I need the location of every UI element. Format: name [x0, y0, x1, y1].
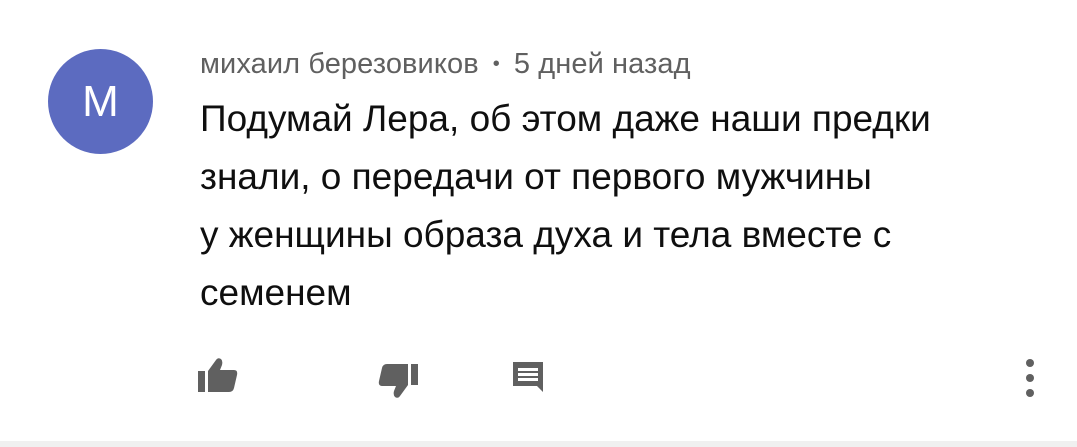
- reply-button[interactable]: [500, 352, 556, 402]
- comment-time[interactable]: 5 дней назад: [514, 48, 691, 81]
- author-name[interactable]: михаил березовиков: [200, 48, 479, 81]
- comment-text-line: знали, о передачи от первого мужчины: [200, 156, 872, 197]
- comment-card: M михаил березовиков • 5 дней назад Поду…: [0, 0, 1077, 441]
- comment-text-line: у женщины образа духа и тела вместе с: [200, 214, 892, 255]
- more-vertical-icon: [1026, 359, 1034, 397]
- avatar-letter: M: [82, 76, 119, 126]
- thumb-up-icon: [198, 358, 238, 392]
- dislike-button[interactable]: [370, 356, 426, 406]
- comment-header: михаил березовиков • 5 дней назад: [200, 44, 691, 84]
- more-options-button[interactable]: [1008, 350, 1052, 406]
- comment-text: Подумай Лера, об этом даже наши предки з…: [200, 90, 1060, 322]
- comment-icon: [513, 362, 543, 392]
- divider: [0, 441, 1077, 447]
- separator-dot: •: [492, 52, 500, 75]
- comment-text-line: семенем: [200, 272, 352, 313]
- avatar[interactable]: M: [48, 49, 153, 154]
- thumb-down-icon: [378, 364, 418, 398]
- comment-text-line: Подумай Лера, об этом даже наши предки: [200, 98, 931, 139]
- like-button[interactable]: [190, 350, 246, 400]
